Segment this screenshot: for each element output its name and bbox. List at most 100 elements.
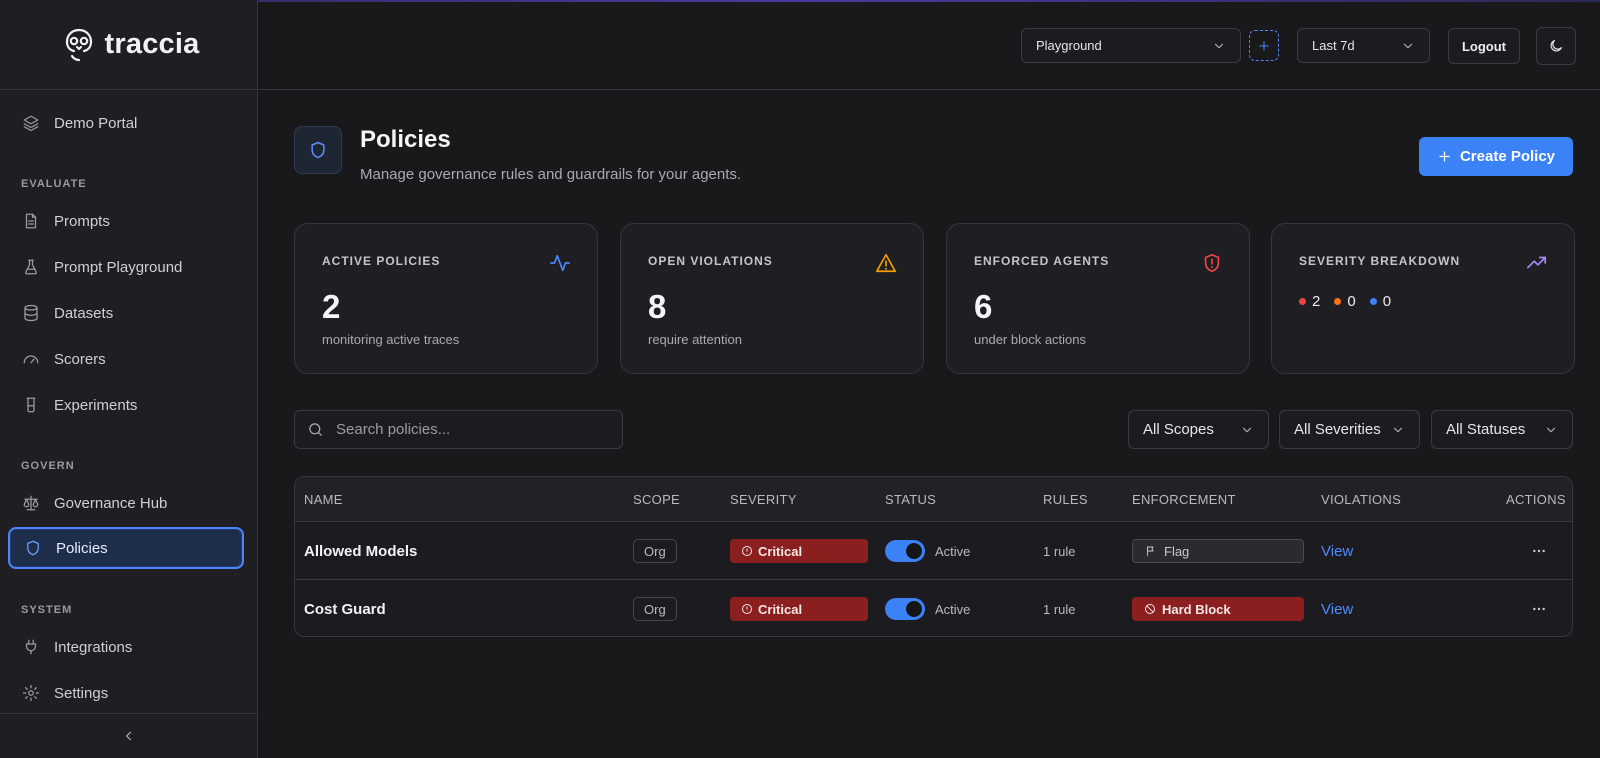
sidebar-item-demo-portal[interactable]: Demo Portal — [8, 103, 244, 143]
activity-icon — [549, 252, 571, 274]
policy-name[interactable]: Allowed Models — [304, 543, 417, 560]
sidebar-item-prompt-playground[interactable]: Prompt Playground — [8, 247, 244, 287]
app-logo[interactable]: traccia — [0, 0, 258, 90]
rules-count: 1 rule — [1043, 543, 1076, 559]
sidebar-item-label: Demo Portal — [54, 114, 138, 132]
chevron-down-icon — [1242, 427, 1252, 432]
page-subtitle: Manage governance rules and guardrails f… — [360, 166, 742, 183]
row-actions-button[interactable] — [1527, 597, 1551, 621]
stat-subtext: require attention — [648, 332, 742, 347]
chevron-down-icon — [1546, 427, 1556, 432]
scope-badge: Org — [633, 539, 677, 563]
view-violations-link[interactable]: View — [1321, 601, 1353, 618]
plus-icon — [1439, 151, 1450, 162]
add-project-button[interactable] — [1249, 30, 1279, 61]
sidebar-item-policies[interactable]: Policies — [8, 527, 244, 569]
sidebar-item-label: Governance Hub — [54, 494, 168, 512]
page-icon — [294, 126, 342, 174]
shield-icon — [311, 141, 325, 159]
sidebar-item-integrations[interactable]: Integrations — [8, 627, 244, 667]
sidebar-item-settings[interactable]: Settings — [8, 673, 244, 713]
shield-icon — [27, 540, 39, 556]
gauge-icon — [23, 355, 39, 364]
status-toggle[interactable] — [885, 598, 925, 620]
sidebar-item-scorers[interactable]: Scorers — [8, 339, 244, 379]
sidebar-item-governance-hub[interactable]: Governance Hub — [8, 483, 244, 523]
sidebar-item-experiments[interactable]: Experiments — [8, 385, 244, 425]
more-horizontal-icon — [1533, 549, 1545, 553]
plug-icon — [25, 639, 37, 655]
trending-up-icon — [1526, 252, 1548, 274]
policies-table: NAME SCOPE SEVERITY STATUS RULES ENFORCE… — [294, 476, 1573, 637]
chevron-down-icon — [1393, 427, 1403, 432]
database-icon — [24, 304, 38, 322]
section-title-system: SYSTEM — [21, 604, 73, 616]
column-header-status[interactable]: STATUS — [885, 492, 936, 507]
enforcement-badge: Hard Block — [1132, 597, 1304, 621]
table-row[interactable]: Allowed Models Org Critical Active 1 rul… — [295, 522, 1572, 580]
create-policy-button[interactable]: Create Policy — [1419, 137, 1573, 176]
time-range-value: Last 7d — [1312, 38, 1355, 53]
column-header-enforcement[interactable]: ENFORCEMENT — [1132, 492, 1236, 507]
status-toggle[interactable] — [885, 540, 925, 562]
search-icon — [309, 423, 322, 436]
theme-toggle-button[interactable] — [1536, 27, 1576, 65]
severity-critical: 2 — [1299, 293, 1320, 310]
moon-icon — [1550, 40, 1562, 52]
scope-filter-value: All Scopes — [1143, 421, 1214, 438]
stat-label: ENFORCED AGENTS — [974, 254, 1110, 268]
row-actions-button[interactable] — [1527, 539, 1551, 563]
enforcement-badge: Flag — [1132, 539, 1304, 563]
stat-card-severity-breakdown: SEVERITY BREAKDOWN 2 0 0 — [1271, 223, 1575, 374]
gear-icon — [22, 684, 40, 702]
stat-card-active-policies: ACTIVE POLICIES 2 monitoring active trac… — [294, 223, 598, 374]
scope-badge: Org — [633, 597, 677, 621]
stat-card-open-violations: OPEN VIOLATIONS 8 require attention — [620, 223, 924, 374]
column-header-name[interactable]: NAME — [304, 492, 343, 507]
column-header-scope[interactable]: SCOPE — [633, 492, 680, 507]
severity-badge: Critical — [730, 597, 868, 621]
alert-circle-icon — [742, 546, 752, 556]
chevron-left-icon — [125, 731, 132, 741]
section-title-evaluate: EVALUATE — [21, 178, 87, 190]
sidebar-item-label: Integrations — [54, 638, 133, 656]
severity-filter[interactable]: All Severities — [1279, 410, 1420, 449]
project-select[interactable]: Playground — [1021, 28, 1241, 63]
logout-button[interactable]: Logout — [1448, 28, 1520, 64]
column-header-severity[interactable]: SEVERITY — [730, 492, 797, 507]
scale-icon — [23, 495, 39, 511]
sidebar-item-prompts[interactable]: Prompts — [8, 201, 244, 241]
layers-icon — [23, 115, 39, 132]
status-label: Active — [935, 543, 971, 559]
stat-label: ACTIVE POLICIES — [322, 254, 441, 268]
stat-label: OPEN VIOLATIONS — [648, 254, 773, 268]
scope-filter[interactable]: All Scopes — [1128, 410, 1269, 449]
time-range-select[interactable]: Last 7d — [1297, 28, 1430, 63]
document-icon — [25, 213, 37, 229]
collapse-sidebar-button[interactable] — [0, 713, 258, 758]
sidebar-item-datasets[interactable]: Datasets — [8, 293, 244, 333]
chevron-down-icon — [1214, 43, 1224, 48]
stat-subtext: monitoring active traces — [322, 332, 460, 347]
stat-label: SEVERITY BREAKDOWN — [1299, 254, 1461, 268]
sidebar-item-label: Settings — [54, 684, 109, 702]
app-name: traccia — [104, 28, 200, 60]
column-header-rules[interactable]: RULES — [1043, 492, 1088, 507]
stat-value: 6 — [974, 288, 993, 325]
stat-subtext: under block actions — [974, 332, 1087, 347]
table-row[interactable]: Cost Guard Org Critical Active 1 rule Ha… — [295, 580, 1572, 636]
column-header-violations[interactable]: VIOLATIONS — [1321, 492, 1401, 507]
column-header-actions: ACTIONS — [1506, 492, 1566, 507]
more-horizontal-icon — [1533, 607, 1545, 611]
severity-breakdown: 2 0 0 — [1299, 293, 1391, 310]
plus-icon — [1259, 40, 1269, 51]
view-violations-link[interactable]: View — [1321, 543, 1353, 560]
stat-value: 2 — [322, 288, 341, 325]
page-title: Policies — [360, 126, 451, 153]
status-filter[interactable]: All Statuses — [1431, 410, 1573, 449]
policy-name[interactable]: Cost Guard — [304, 601, 386, 618]
sidebar-item-label: Datasets — [54, 304, 114, 322]
search-field[interactable] — [294, 410, 623, 449]
search-input[interactable] — [336, 421, 606, 438]
flask-icon — [25, 259, 37, 275]
